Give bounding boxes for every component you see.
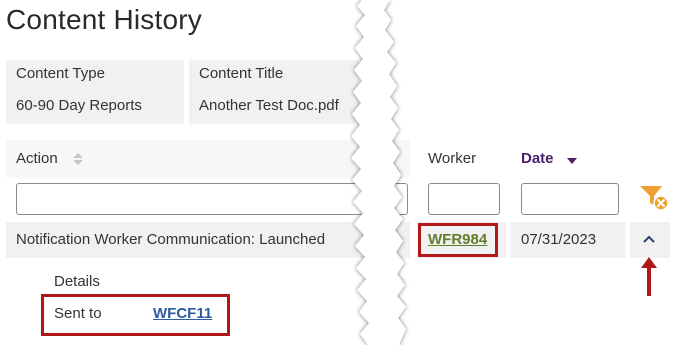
column-header-action[interactable]: Action bbox=[16, 150, 58, 167]
content-type-value: 60-90 Day Reports bbox=[16, 97, 142, 114]
clear-filter-icon[interactable] bbox=[638, 183, 670, 211]
column-header-worker[interactable]: Worker bbox=[428, 150, 476, 167]
details-label: Details bbox=[54, 273, 100, 290]
content-title-header: Content Title bbox=[199, 65, 284, 82]
sent-to-label: Sent to bbox=[54, 305, 102, 322]
column-header-date[interactable]: Date bbox=[521, 150, 554, 167]
worker-highlight-box bbox=[418, 223, 498, 257]
content-title-value: Another Test Doc.pdf bbox=[199, 97, 339, 114]
page-title: Content History bbox=[6, 4, 202, 35]
date-cell: 07/31/2023 bbox=[521, 231, 597, 248]
torn-page-divider bbox=[351, 0, 406, 345]
action-cell: Notification Worker Communication: Launc… bbox=[16, 231, 326, 248]
sort-desc-icon[interactable] bbox=[566, 157, 578, 165]
sort-icon[interactable] bbox=[72, 151, 84, 167]
arrow-up-icon bbox=[641, 257, 657, 296]
worker-filter-input[interactable] bbox=[428, 183, 500, 215]
collapse-chevron-icon[interactable] bbox=[642, 234, 656, 244]
content-type-header: Content Type bbox=[16, 65, 105, 82]
date-filter-input[interactable] bbox=[521, 183, 619, 215]
sent-to-link[interactable]: WFCF11 bbox=[153, 305, 212, 322]
